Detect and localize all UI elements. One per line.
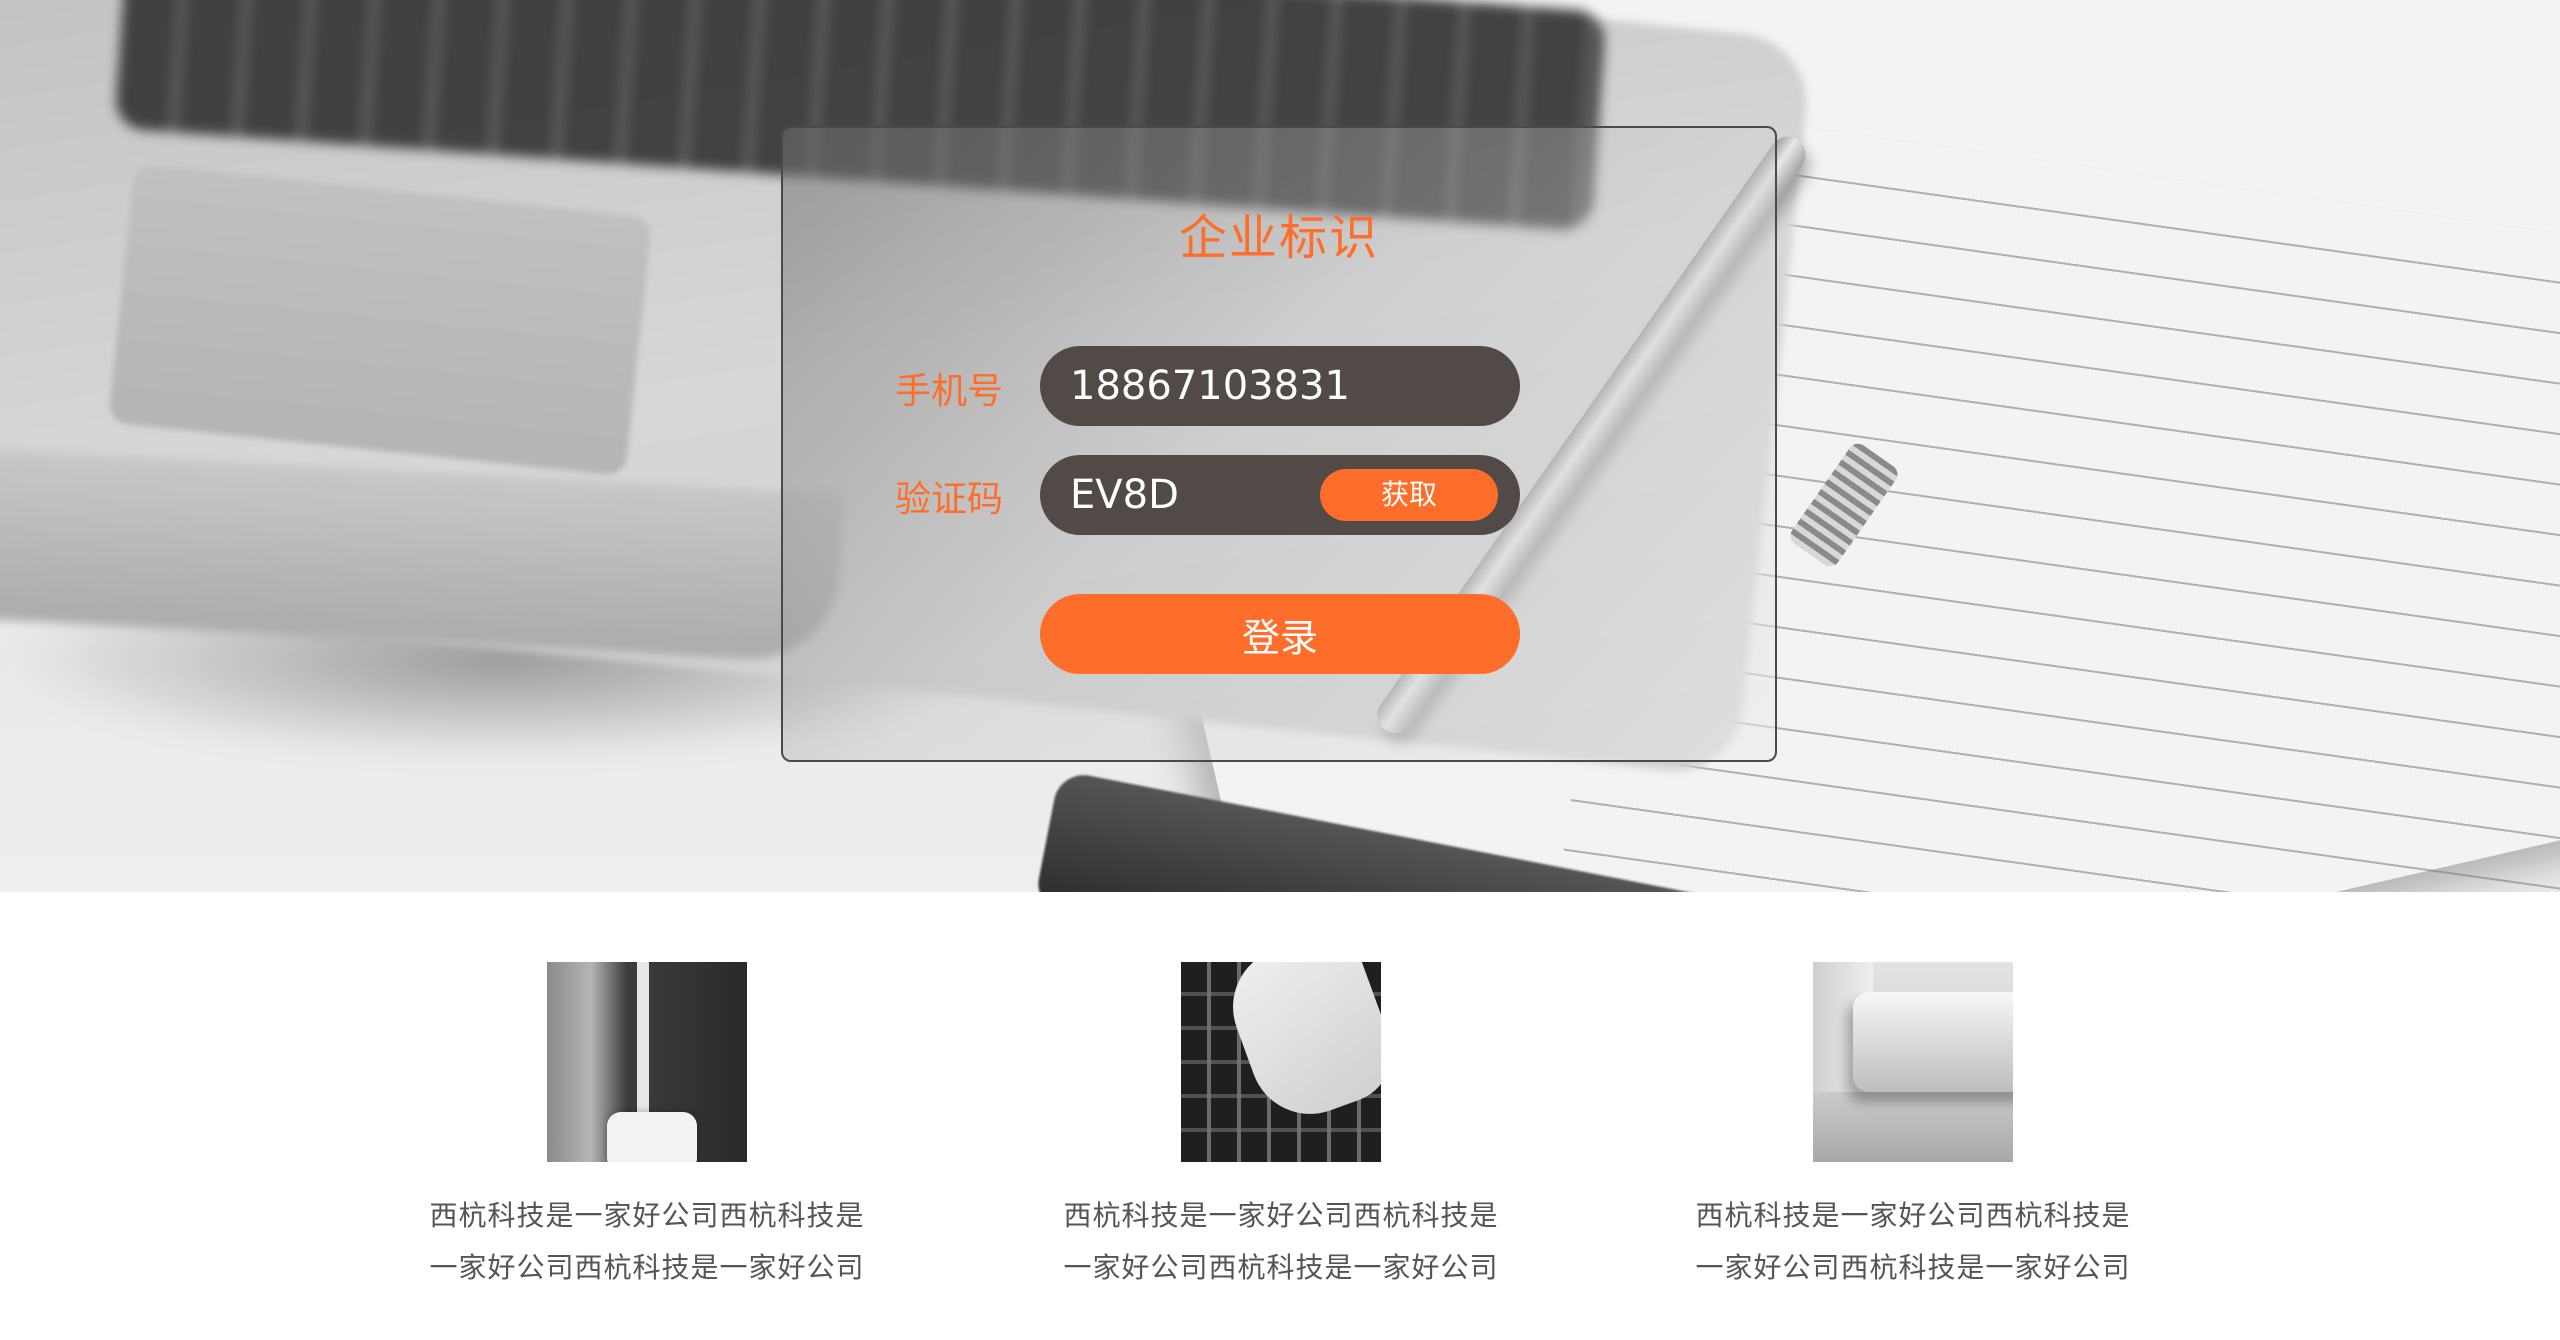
login-button[interactable]: 登录 <box>1040 594 1520 674</box>
feature-item: 西杭科技是一家好公司西杭科技是 一家好公司西杭科技是一家好公司 <box>412 962 882 1294</box>
code-field[interactable]: 获取 <box>1040 455 1520 535</box>
feature-item: 西杭科技是一家好公司西杭科技是 一家好公司西杭科技是一家好公司 <box>1678 962 2148 1294</box>
feature-line: 西杭科技是一家好公司西杭科技是 <box>1063 1199 1499 1232</box>
phone-input[interactable] <box>1070 346 1490 426</box>
feature-description: 西杭科技是一家好公司西杭科技是 一家好公司西杭科技是一家好公司 <box>1678 1190 2148 1294</box>
get-code-button[interactable]: 获取 <box>1320 469 1498 521</box>
code-label: 验证码 <box>894 479 1003 520</box>
feature-line: 一家好公司西杭科技是一家好公司 <box>429 1251 865 1284</box>
feature-line: 西杭科技是一家好公司西杭科技是 <box>429 1199 865 1232</box>
phone-field[interactable] <box>1040 346 1520 426</box>
login-panel: 企业标识 手机号 验证码 获取 登录 <box>781 126 1777 762</box>
feature-description: 西杭科技是一家好公司西杭科技是 一家好公司西杭科技是一家好公司 <box>412 1190 882 1294</box>
phone-label: 手机号 <box>894 371 1003 412</box>
feature-image-keyboard <box>1181 962 1381 1162</box>
feature-line: 一家好公司西杭科技是一家好公司 <box>1695 1251 2131 1284</box>
feature-line: 西杭科技是一家好公司西杭科技是 <box>1695 1199 2131 1232</box>
feature-description: 西杭科技是一家好公司西杭科技是 一家好公司西杭科技是一家好公司 <box>1046 1190 1516 1294</box>
feature-item: 西杭科技是一家好公司西杭科技是 一家好公司西杭科技是一家好公司 <box>1046 962 1516 1294</box>
feature-image-laptop <box>1813 962 2013 1162</box>
laptop-trackpad <box>107 163 653 477</box>
feature-image-phone <box>547 962 747 1162</box>
feature-line: 一家好公司西杭科技是一家好公司 <box>1063 1251 1499 1284</box>
company-logo-title: 企业标识 <box>1178 210 1379 266</box>
